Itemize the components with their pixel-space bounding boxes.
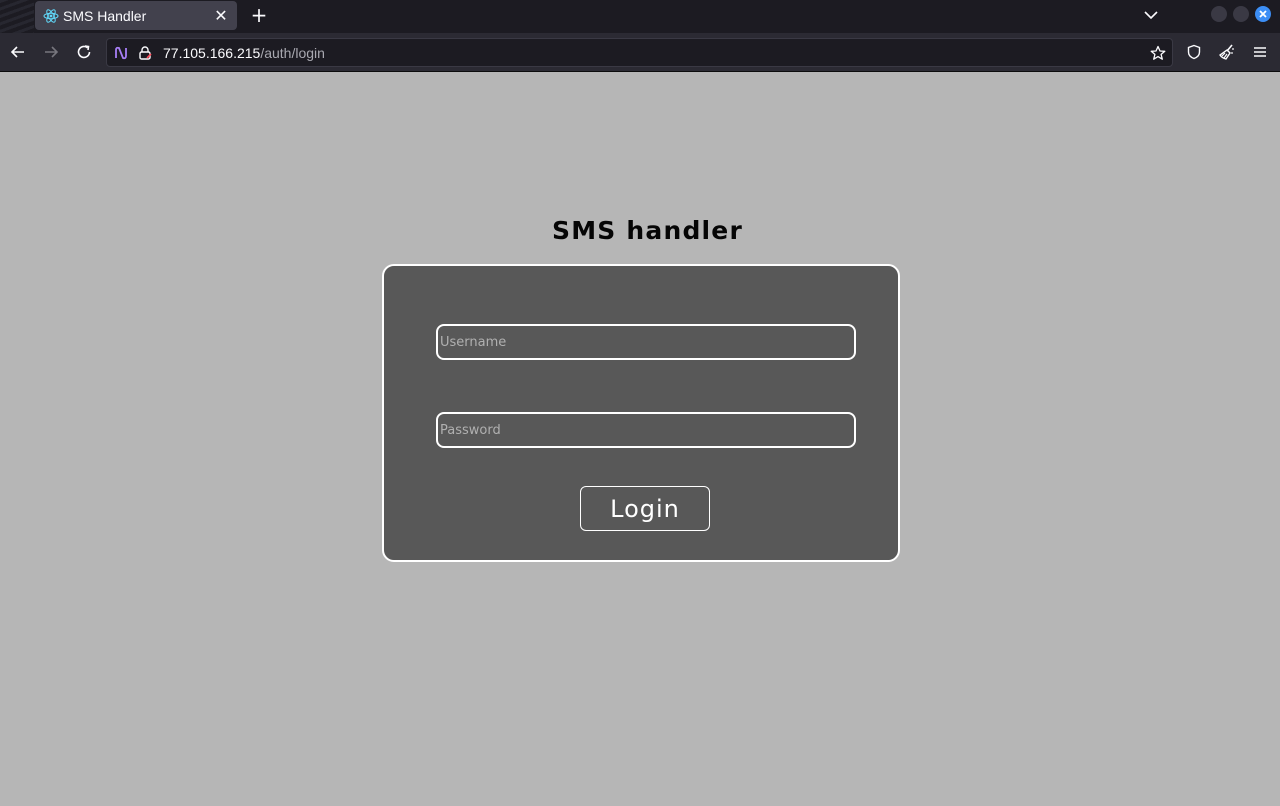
close-icon [1259, 10, 1267, 18]
extension-icon[interactable] [113, 45, 129, 61]
login-button[interactable]: Login [580, 486, 710, 531]
tab-strip-decoration [0, 0, 34, 33]
reload-icon [77, 45, 91, 59]
page-content: SMS handler Login [0, 72, 1280, 806]
password-input[interactable] [436, 412, 856, 448]
navigation-toolbar: 77.105.166.215/auth/login [0, 33, 1280, 72]
forward-button[interactable] [41, 42, 61, 62]
maximize-button[interactable] [1233, 6, 1249, 22]
url-host: 77.105.166.215 [163, 45, 261, 61]
window-close-button[interactable] [1255, 6, 1271, 22]
lock-icon[interactable] [137, 45, 153, 61]
minimize-button[interactable] [1211, 6, 1227, 22]
tab-strip: SMS Handler ✕ + [0, 0, 1280, 33]
tab-sms-handler[interactable]: SMS Handler ✕ [35, 1, 237, 30]
hamburger-menu-icon [1254, 47, 1266, 57]
tab-close-icon[interactable]: ✕ [213, 7, 229, 24]
menu-button[interactable] [1250, 42, 1270, 62]
username-input[interactable] [436, 324, 856, 360]
url-text[interactable]: 77.105.166.215/auth/login [163, 45, 325, 61]
shield-icon [1187, 44, 1201, 60]
reload-button[interactable] [74, 42, 94, 62]
react-icon [43, 8, 59, 24]
url-path: /auth/login [260, 45, 325, 61]
arrow-right-icon [45, 46, 59, 58]
broom-icon [1219, 44, 1234, 60]
shield-button[interactable] [1184, 42, 1204, 62]
bookmark-star-icon[interactable] [1150, 45, 1166, 61]
address-bar[interactable]: 77.105.166.215/auth/login [106, 38, 1173, 67]
back-button[interactable] [8, 42, 28, 62]
login-card: Login [382, 264, 900, 562]
new-tab-button[interactable]: + [248, 4, 270, 26]
chevron-down-icon[interactable] [1142, 6, 1160, 24]
tab-title: SMS Handler [63, 7, 147, 24]
arrow-left-icon [10, 46, 24, 58]
page-title: SMS handler [551, 216, 743, 245]
cleaner-button[interactable] [1217, 42, 1237, 62]
